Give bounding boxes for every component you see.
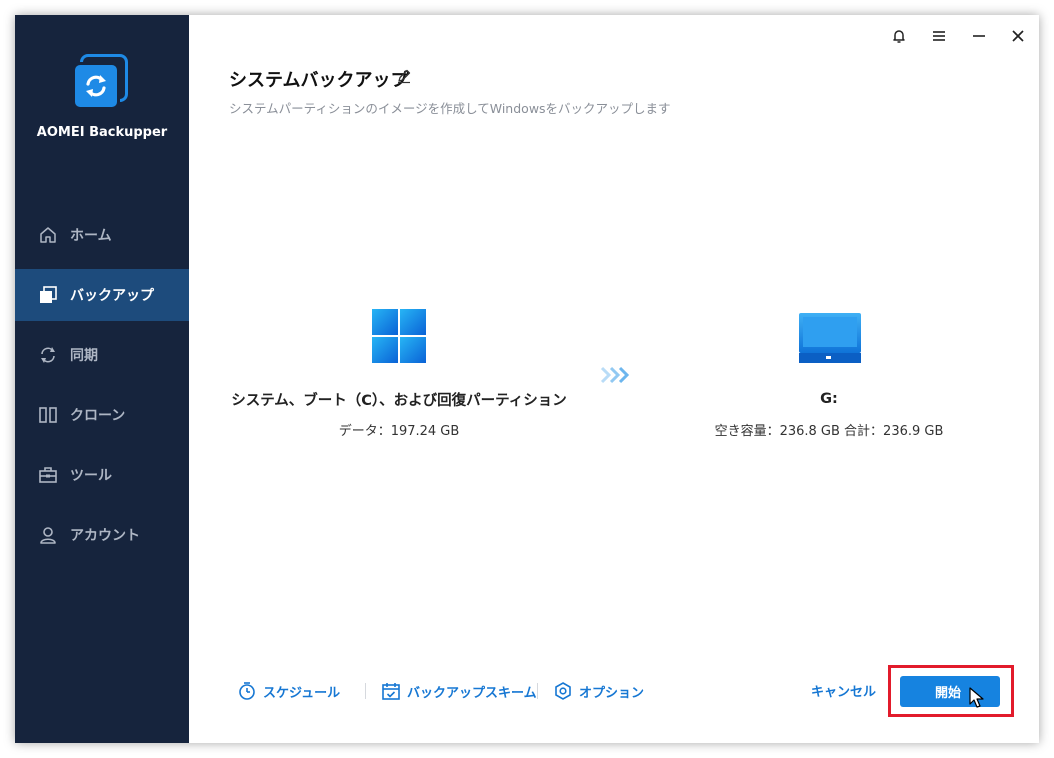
schedule-button[interactable]: スケジュール (237, 679, 340, 703)
divider (365, 683, 366, 699)
mouse-cursor-icon (969, 687, 985, 709)
sidebar: AOMEI Backupper ホーム バックアップ 同期 クローン ツール ア… (15, 15, 189, 743)
edit-title-icon[interactable] (396, 68, 412, 84)
app-name: AOMEI Backupper (36, 125, 168, 140)
main-panel: システムバックアップ システムパーティションのイメージを作成してWindowsを… (189, 15, 1039, 743)
destination-info: 空き容量：236.8 GB 合計：236.9 GB (714, 424, 944, 439)
destination-label: G: (820, 391, 838, 407)
sidebar-item-label: バックアップ (70, 288, 154, 304)
cancel-button[interactable]: キャンセル (811, 681, 876, 700)
clone-icon (38, 405, 58, 425)
clock-icon (237, 681, 257, 701)
sidebar-item-label: 同期 (70, 348, 98, 364)
options-label: オプション (579, 685, 645, 701)
app-logo (72, 54, 130, 112)
sync-icon (38, 345, 58, 365)
schedule-label: スケジュール (263, 685, 341, 701)
minimize-icon[interactable] (966, 23, 992, 49)
gear-icon (553, 681, 573, 701)
sidebar-item-clone[interactable]: クローン (15, 389, 189, 441)
tools-icon (38, 465, 58, 485)
source-label: システム、ブート（C）、および回復パーティション (231, 393, 567, 409)
page-subtitle: システムパーティションのイメージを作成してWindowsをバックアップします (229, 101, 671, 116)
start-button[interactable]: 開始 (900, 676, 1000, 707)
close-icon[interactable] (1005, 23, 1031, 49)
sidebar-item-label: アカウント (70, 528, 140, 544)
sidebar-item-label: ホーム (70, 228, 112, 244)
sidebar-item-label: ツール (70, 468, 112, 484)
account-icon (38, 525, 58, 545)
monitor-icon[interactable] (798, 312, 862, 364)
bell-icon[interactable] (886, 23, 912, 49)
windows-icon[interactable] (371, 308, 427, 364)
sidebar-item-tools[interactable]: ツール (15, 449, 189, 501)
calendar-icon (381, 681, 401, 701)
sidebar-item-home[interactable]: ホーム (15, 209, 189, 261)
page-title: システムバックアップ (229, 70, 409, 91)
source-info: データ：197.24 GB (338, 424, 460, 439)
sidebar-item-sync[interactable]: 同期 (15, 329, 189, 381)
home-icon (38, 225, 58, 245)
backup-scheme-button[interactable]: バックアップスキーム (381, 679, 537, 703)
arrow-right-icon (599, 365, 633, 385)
menu-icon[interactable] (926, 23, 952, 49)
sync-logo-icon (86, 75, 106, 97)
sidebar-item-account[interactable]: アカウント (15, 509, 189, 561)
backup-scheme-label: バックアップスキーム (407, 685, 537, 701)
sidebar-item-backup[interactable]: バックアップ (15, 269, 189, 321)
sidebar-item-label: クローン (70, 408, 126, 424)
app-window: AOMEI Backupper ホーム バックアップ 同期 クローン ツール ア… (15, 15, 1039, 743)
backup-icon (38, 285, 58, 305)
divider (537, 683, 538, 699)
options-button[interactable]: オプション (553, 679, 644, 703)
